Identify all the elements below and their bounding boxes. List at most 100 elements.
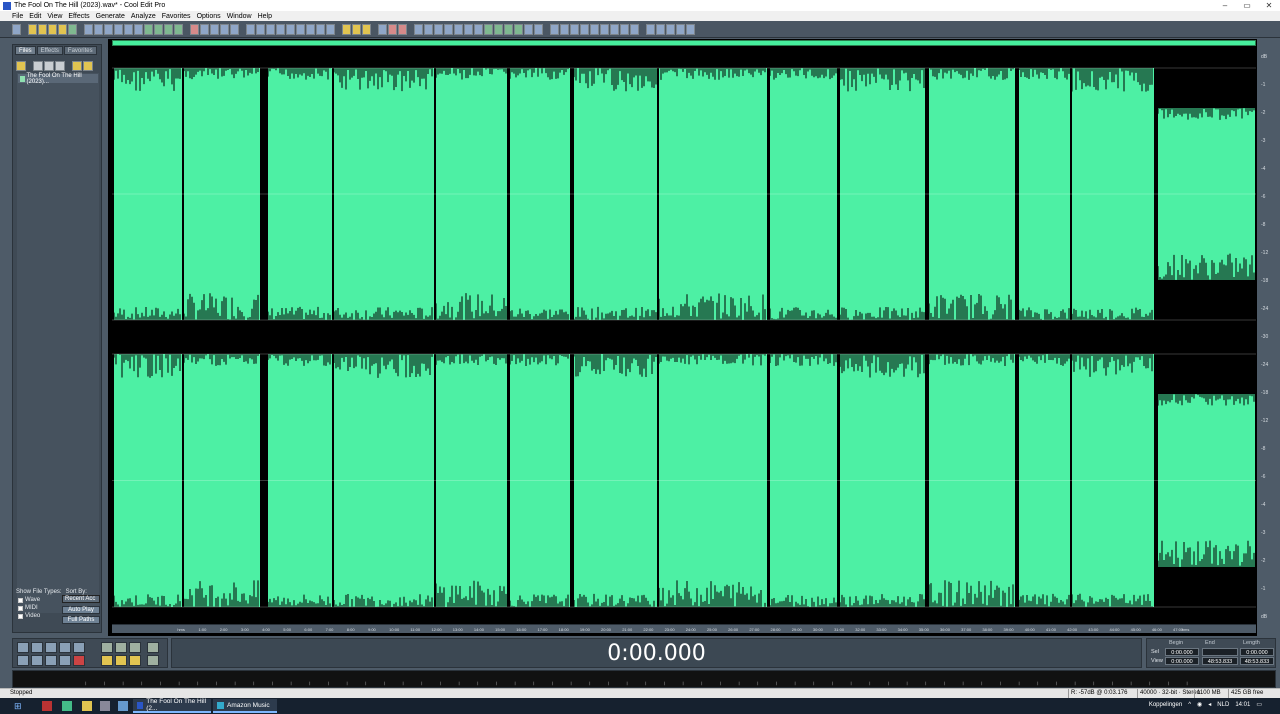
menu-window[interactable]: Window bbox=[227, 13, 252, 20]
sel-begin-field[interactable]: 0:00.000 bbox=[1165, 648, 1199, 656]
toolbar-button[interactable] bbox=[316, 23, 325, 35]
stop-button[interactable] bbox=[17, 642, 29, 653]
toolbar-button[interactable] bbox=[398, 23, 407, 35]
zoom-full-icon[interactable] bbox=[129, 642, 141, 653]
close-file-icon[interactable] bbox=[33, 61, 43, 71]
toolbar-button[interactable] bbox=[48, 23, 57, 35]
toolbar-button[interactable] bbox=[676, 23, 685, 35]
tray-links-label[interactable]: Koppelingen bbox=[1149, 702, 1182, 708]
play-to-end-button[interactable] bbox=[59, 642, 71, 653]
toolbar-button[interactable] bbox=[200, 23, 209, 35]
pause-button[interactable] bbox=[45, 642, 57, 653]
zoom-in-icon[interactable] bbox=[101, 642, 113, 653]
windows-start-icon[interactable]: ⊞ bbox=[14, 701, 24, 711]
toolbar-button[interactable] bbox=[296, 23, 305, 35]
full-paths-button[interactable]: Full Paths bbox=[62, 616, 100, 624]
toolbar-button[interactable] bbox=[220, 23, 229, 35]
close-button[interactable]: ✕ bbox=[1258, 0, 1280, 11]
maximize-button[interactable]: ▭ bbox=[1236, 0, 1258, 11]
app-pinned-icon[interactable] bbox=[62, 701, 72, 711]
checkbox-video[interactable] bbox=[18, 613, 23, 619]
time-ruler[interactable]: hms 1:00 2:00 3:00 4:00 5:00 6:00 7:00 8:00 9:00 1… bbox=[112, 624, 1256, 633]
volume-icon[interactable]: ◂ bbox=[1208, 701, 1211, 708]
toolbar-button[interactable] bbox=[326, 23, 335, 35]
zoom-vertical-in-icon[interactable] bbox=[147, 642, 159, 653]
toolbar-button[interactable] bbox=[424, 23, 433, 35]
toolbar-button[interactable] bbox=[164, 23, 173, 35]
tab-favorites[interactable]: Favorites bbox=[63, 46, 97, 55]
tab-files[interactable]: Files bbox=[15, 46, 36, 55]
menu-edit[interactable]: Edit bbox=[29, 13, 41, 20]
insert-icon[interactable] bbox=[44, 61, 54, 71]
loop-button[interactable] bbox=[73, 642, 85, 653]
edit-icon[interactable] bbox=[55, 61, 65, 71]
toolbar-button[interactable] bbox=[154, 23, 163, 35]
zoom-out-icon[interactable] bbox=[115, 642, 127, 653]
open-file-icon[interactable] bbox=[16, 61, 26, 71]
toolbar-button[interactable] bbox=[514, 23, 523, 35]
toolbar-button[interactable] bbox=[256, 23, 265, 35]
record-button[interactable] bbox=[73, 655, 85, 666]
zoom-vertical-out-icon[interactable] bbox=[147, 655, 159, 666]
toolbar-button[interactable] bbox=[484, 23, 493, 35]
language-indicator[interactable]: NLD bbox=[1217, 702, 1229, 708]
toolbar-button[interactable] bbox=[134, 23, 143, 35]
go-to-start-button[interactable] bbox=[17, 655, 29, 666]
list-item[interactable]: The Fool On The Hill (2023)... bbox=[18, 73, 98, 85]
zoom-left-icon[interactable] bbox=[115, 655, 127, 666]
menu-favorites[interactable]: Favorites bbox=[162, 13, 191, 20]
sort-by-select[interactable]: Recent Acc bbox=[62, 595, 100, 603]
fast-forward-button[interactable] bbox=[45, 655, 57, 666]
toolbar-button[interactable] bbox=[190, 23, 199, 35]
toolbar-button[interactable] bbox=[276, 23, 285, 35]
menu-effects[interactable]: Effects bbox=[68, 13, 89, 20]
rewind-button[interactable] bbox=[31, 655, 43, 666]
taskbar-app-amazon-music[interactable]: Amazon Music bbox=[213, 699, 277, 713]
auto-play-button[interactable]: Auto Play bbox=[62, 606, 100, 614]
clock[interactable]: 14:01 bbox=[1235, 702, 1250, 708]
toolbar-button[interactable] bbox=[144, 23, 153, 35]
sel-length-field[interactable]: 0:00.000 bbox=[1240, 648, 1274, 656]
view-length-field[interactable]: 48:53.833 bbox=[1240, 657, 1274, 665]
toolbar-button[interactable] bbox=[306, 23, 315, 35]
toolbar-button[interactable] bbox=[414, 23, 423, 35]
waveform-display[interactable] bbox=[112, 52, 1256, 624]
toolbar-button[interactable] bbox=[494, 23, 503, 35]
app-pinned-icon[interactable] bbox=[100, 701, 110, 711]
toolbar-button[interactable] bbox=[550, 23, 559, 35]
toolbar-button[interactable] bbox=[124, 23, 133, 35]
minimize-button[interactable]: – bbox=[1214, 0, 1236, 11]
play-file-icon[interactable] bbox=[72, 61, 82, 71]
menu-file[interactable]: File bbox=[12, 13, 23, 20]
filter-icon[interactable] bbox=[83, 61, 93, 71]
menu-analyze[interactable]: Analyze bbox=[131, 13, 156, 20]
app-pinned-icon[interactable] bbox=[42, 701, 52, 711]
toolbar-button[interactable] bbox=[434, 23, 443, 35]
menu-view[interactable]: View bbox=[47, 13, 62, 20]
menu-generate[interactable]: Generate bbox=[96, 13, 125, 20]
checkbox-wave[interactable] bbox=[18, 597, 23, 603]
app-pinned-icon[interactable] bbox=[118, 701, 128, 711]
menu-help[interactable]: Help bbox=[258, 13, 272, 20]
toolbar-button[interactable] bbox=[210, 23, 219, 35]
toolbar-button[interactable] bbox=[474, 23, 483, 35]
toolbar-button[interactable] bbox=[58, 23, 67, 35]
notification-icon[interactable]: ▭ bbox=[1256, 701, 1262, 708]
toolbar-button[interactable] bbox=[246, 23, 255, 35]
zoom-selection-icon[interactable] bbox=[101, 655, 113, 666]
toolbar-button[interactable] bbox=[580, 23, 589, 35]
toolbar-button[interactable] bbox=[534, 23, 543, 35]
toolbar-button[interactable] bbox=[266, 23, 275, 35]
toolbar-button[interactable] bbox=[388, 23, 397, 35]
toolbar-button[interactable] bbox=[570, 23, 579, 35]
toolbar-button[interactable] bbox=[610, 23, 619, 35]
toolbar-button[interactable] bbox=[560, 23, 569, 35]
toolbar-button[interactable] bbox=[646, 23, 655, 35]
toolbar-button[interactable] bbox=[620, 23, 629, 35]
toolbar-button[interactable] bbox=[286, 23, 295, 35]
play-button[interactable] bbox=[31, 642, 43, 653]
toolbar-button[interactable] bbox=[590, 23, 599, 35]
horizontal-zoom-scrollbar[interactable] bbox=[112, 40, 1256, 46]
toolbar-button[interactable] bbox=[600, 23, 609, 35]
tab-effects[interactable]: Effects bbox=[36, 46, 63, 55]
